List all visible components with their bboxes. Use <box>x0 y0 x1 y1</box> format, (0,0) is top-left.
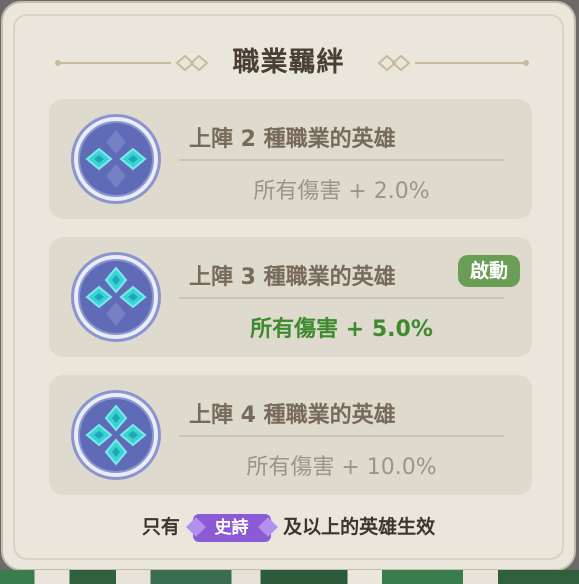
class-bond-panel: 職業羈絆 上陣 2 種職業的英雄 所有傷害 + 2.0% 上陣 3 種職業的英雄… <box>1 1 576 571</box>
diamond-ornament-icon <box>377 54 411 72</box>
header-dot-right <box>523 60 529 66</box>
class-bond-emblem-icon <box>71 390 161 480</box>
rarity-requirement-note: 只有 史詩 及以上的英雄生效 <box>3 510 574 544</box>
bond-divider <box>179 159 504 161</box>
header-rule-right <box>415 62 525 64</box>
panel-header: 職業羈絆 <box>3 43 574 83</box>
bond-tier-card: 上陣 2 種職業的英雄 所有傷害 + 2.0% <box>49 99 532 219</box>
background-game-strip <box>0 570 579 584</box>
class-bond-emblem-icon <box>71 252 161 342</box>
bond-divider <box>179 435 504 437</box>
active-badge: 啟動 <box>457 255 520 287</box>
footer-suffix: 及以上的英雄生效 <box>283 516 436 538</box>
bond-divider <box>179 297 504 299</box>
bond-bonus: 所有傷害 + 5.0% <box>250 317 433 342</box>
bond-bonus: 所有傷害 + 2.0% <box>253 179 430 204</box>
bond-condition: 上陣 2 種職業的英雄 <box>189 127 396 152</box>
footer-prefix: 只有 <box>141 516 180 538</box>
bond-tier-card: 上陣 4 種職業的英雄 所有傷害 + 10.0% <box>49 375 532 495</box>
epic-rarity-tag: 史詩 <box>192 513 271 542</box>
bond-condition: 上陣 3 種職業的英雄 <box>189 265 396 290</box>
bond-condition: 上陣 4 種職業的英雄 <box>189 403 396 428</box>
bond-tier-card: 上陣 3 種職業的英雄 啟動 所有傷害 + 5.0% <box>49 237 532 357</box>
class-bond-emblem-icon <box>71 114 161 204</box>
bond-bonus: 所有傷害 + 10.0% <box>246 455 437 480</box>
